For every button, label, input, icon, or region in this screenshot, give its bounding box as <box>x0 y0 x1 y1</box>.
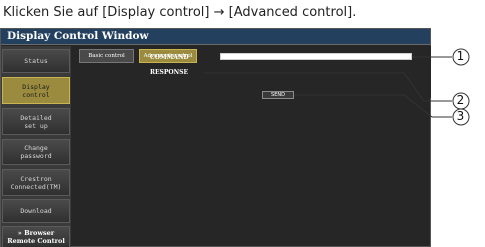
callout-number-1: 1 <box>456 49 465 63</box>
sidebar-item-detailed-set-up[interactable]: Detailed set up <box>2 108 70 135</box>
instruction-text: Klicken Sie auf [Display control] → [Adv… <box>3 5 357 20</box>
sidebar-item-display-control[interactable]: Display control <box>2 77 70 104</box>
sidebar-item-crestron-connected[interactable]: Crestron Connected(TM) <box>2 169 70 196</box>
callout-number-3: 3 <box>456 109 465 123</box>
callout-number-2: 2 <box>456 93 465 107</box>
sidebar-item-download[interactable]: Download <box>2 199 70 223</box>
display-control-window: Display Control Window Status Display co… <box>0 28 431 247</box>
window-title: Display Control Window <box>7 30 149 42</box>
tab-basic-control[interactable]: Basic control <box>79 49 134 63</box>
sidebar-item-browser-remote-control[interactable]: » Browser Remote Control <box>2 226 70 247</box>
sidebar-item-status[interactable]: Status <box>2 49 70 73</box>
command-label: COMMAND <box>150 54 189 61</box>
window-titlebar: Display Control Window <box>1 29 430 45</box>
command-input[interactable] <box>220 53 412 60</box>
response-label: RESPONSE <box>150 69 189 76</box>
send-button[interactable]: SEND <box>262 91 294 99</box>
sidebar-item-change-password[interactable]: Change password <box>2 139 70 165</box>
sidebar-menu: Status Display control Detailed set up C… <box>1 46 71 247</box>
